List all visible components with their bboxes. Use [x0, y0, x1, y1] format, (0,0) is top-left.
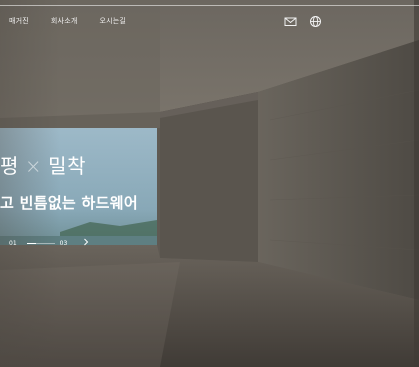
header-actions	[284, 13, 322, 27]
headline-separator: ×	[24, 154, 43, 178]
hero-background-image	[0, 0, 419, 367]
nav-item-magazine[interactable]: 매거진	[9, 16, 29, 26]
pager-progress-fill	[26, 242, 36, 244]
pager-total: 03	[59, 239, 68, 247]
nav-item-location[interactable]: 오시는길	[99, 16, 126, 26]
slide-pager: 01 03	[9, 237, 89, 249]
pager-progress-bar	[26, 242, 55, 244]
main-nav: 매거진 회사소개 오시는길	[9, 16, 148, 26]
hero-headline: 평 × 밀착	[0, 150, 86, 179]
hero-subheadline: 고 빈틈없는 하드웨어	[0, 194, 138, 212]
headline-part-1: 평	[0, 154, 19, 178]
hero-banner	[0, 0, 419, 367]
mail-icon[interactable]	[284, 13, 297, 26]
top-navigation-bar: 매거진 회사소개 오시는길	[0, 0, 419, 40]
chevron-right-icon[interactable]	[83, 238, 89, 248]
pager-current: 01	[9, 239, 17, 247]
nav-item-company[interactable]: 회사소개	[51, 16, 78, 26]
globe-icon[interactable]	[309, 13, 322, 27]
headline-part-2: 밀착	[48, 154, 86, 178]
top-divider	[0, 5, 419, 6]
